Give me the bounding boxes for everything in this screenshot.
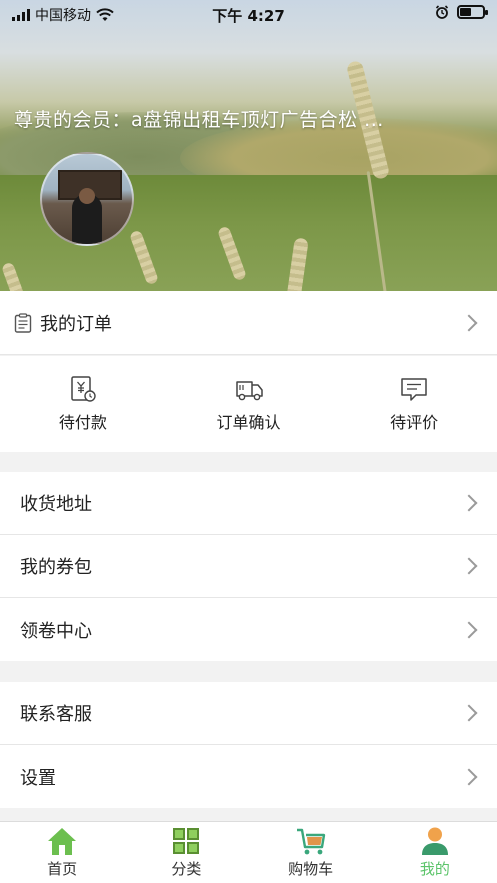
chevron-right-icon xyxy=(460,768,478,785)
clipboard-icon xyxy=(14,313,32,333)
menu-item-customer-service[interactable]: 联系客服 xyxy=(0,682,497,745)
status-order-confirm[interactable]: 订单确认 xyxy=(166,356,332,452)
tab-cart[interactable]: 购物车 xyxy=(249,822,373,883)
status-label: 待付款 xyxy=(58,413,107,432)
status-right xyxy=(435,5,488,19)
member-greeting: 尊贵的会员：a盘锦出租车顶灯广告合松 ... xyxy=(14,109,384,131)
alarm-icon xyxy=(435,5,449,19)
tab-label: 首页 xyxy=(47,860,78,878)
home-icon xyxy=(48,828,77,855)
profile-header xyxy=(0,0,497,291)
status-label: 订单确认 xyxy=(216,413,281,432)
payment-pending-icon xyxy=(71,376,96,402)
category-icon xyxy=(173,828,200,854)
order-status-bar: 待付款 订单确认 待评价 xyxy=(0,356,497,452)
clock: 下午 4:27 xyxy=(212,7,285,25)
status-label: 待评价 xyxy=(390,413,439,432)
tab-profile[interactable]: 我的 xyxy=(373,822,497,883)
avatar-photo-head xyxy=(79,188,95,204)
menu-item-label: 联系客服 xyxy=(20,704,92,725)
menu-item-label: 我的券包 xyxy=(20,557,92,578)
my-orders-card: 我的订单 xyxy=(0,291,497,355)
chevron-right-icon xyxy=(460,494,478,512)
tab-label: 我的 xyxy=(419,860,450,878)
my-orders-row[interactable]: 我的订单 xyxy=(0,291,497,355)
chevron-right-icon xyxy=(460,557,478,575)
battery-level xyxy=(460,8,471,16)
tab-label: 购物车 xyxy=(288,860,334,878)
truck-icon xyxy=(235,381,263,401)
status-pending-payment[interactable]: 待付款 xyxy=(0,356,166,452)
review-icon xyxy=(401,378,427,401)
menu-item-label: 设置 xyxy=(20,767,56,789)
my-orders-label: 我的订单 xyxy=(40,314,112,335)
tab-home[interactable]: 首页 xyxy=(0,822,124,883)
menu-item-coupon-center[interactable]: 领卷中心 xyxy=(0,598,497,661)
menu-item-shipping-address[interactable]: 收货地址 xyxy=(0,472,497,535)
menu-group-address-coupons: 收货地址 我的券包 领卷中心 xyxy=(0,472,497,661)
status-pending-review[interactable]: 待评价 xyxy=(331,356,497,452)
tab-category[interactable]: 分类 xyxy=(124,822,248,883)
chevron-right-icon xyxy=(460,314,478,332)
bottom-tab-bar: 首页 分类 购物车 我的 xyxy=(0,821,497,883)
status-bar: 中国移动 下午 4:27 xyxy=(0,0,497,28)
profile-icon xyxy=(421,827,448,855)
avatar[interactable] xyxy=(40,152,134,246)
chevron-right-icon xyxy=(460,621,478,638)
tab-label: 分类 xyxy=(171,860,202,878)
battery-icon xyxy=(457,5,488,19)
menu-group-service-settings: 联系客服 设置 xyxy=(0,682,497,808)
cart-icon xyxy=(296,828,325,855)
chevron-right-icon xyxy=(460,704,478,722)
menu-item-my-coupons[interactable]: 我的券包 xyxy=(0,535,497,598)
menu-item-label: 收货地址 xyxy=(20,494,92,515)
menu-item-label: 领卷中心 xyxy=(20,620,92,642)
menu-item-settings[interactable]: 设置 xyxy=(0,745,497,808)
